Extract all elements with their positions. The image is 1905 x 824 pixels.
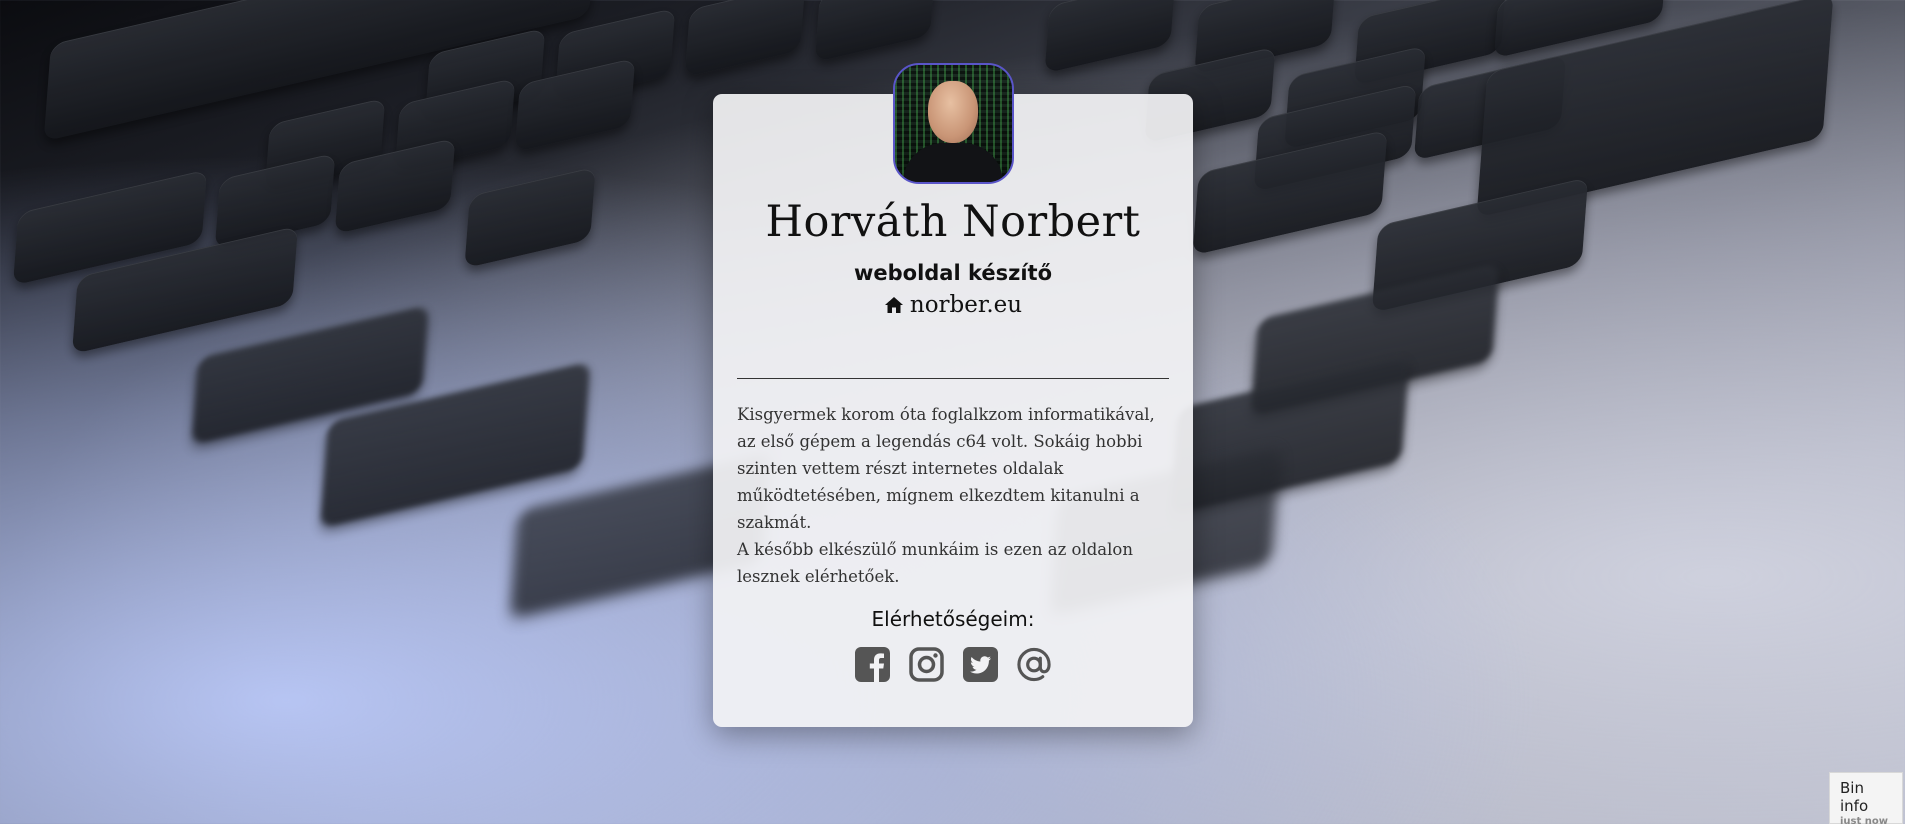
about-text: Kisgyermek korom óta foglalkzom informat… <box>737 401 1177 590</box>
bin-info-time: just now <box>1840 816 1888 824</box>
profile-role: weboldal készítő <box>853 261 1053 285</box>
profile-card: Horváth Norbert weboldal készítő norber.… <box>713 63 1193 727</box>
bin-info-label: Bin info <box>1840 779 1869 815</box>
website-link[interactable]: norber.eu <box>713 292 1193 320</box>
social-links <box>713 646 1193 682</box>
instagram-icon[interactable] <box>908 646 944 682</box>
divider <box>737 378 1169 379</box>
contact-title: Elérhetőségeim: <box>871 607 1035 631</box>
about-paragraph-2: A később elkészülő munkáim is ezen az ol… <box>737 540 1133 586</box>
bin-info-badge[interactable]: Bin info just now <box>1829 772 1903 824</box>
facebook-icon[interactable] <box>854 646 890 682</box>
website-text[interactable]: norber.eu <box>910 292 1022 318</box>
home-icon <box>884 294 904 320</box>
email-at-icon[interactable] <box>1016 646 1052 682</box>
profile-name: Horváth Norbert <box>765 197 1141 247</box>
about-paragraph-1: Kisgyermek korom óta foglalkzom informat… <box>737 405 1155 532</box>
twitter-icon[interactable] <box>962 646 998 682</box>
avatar <box>893 63 1014 184</box>
